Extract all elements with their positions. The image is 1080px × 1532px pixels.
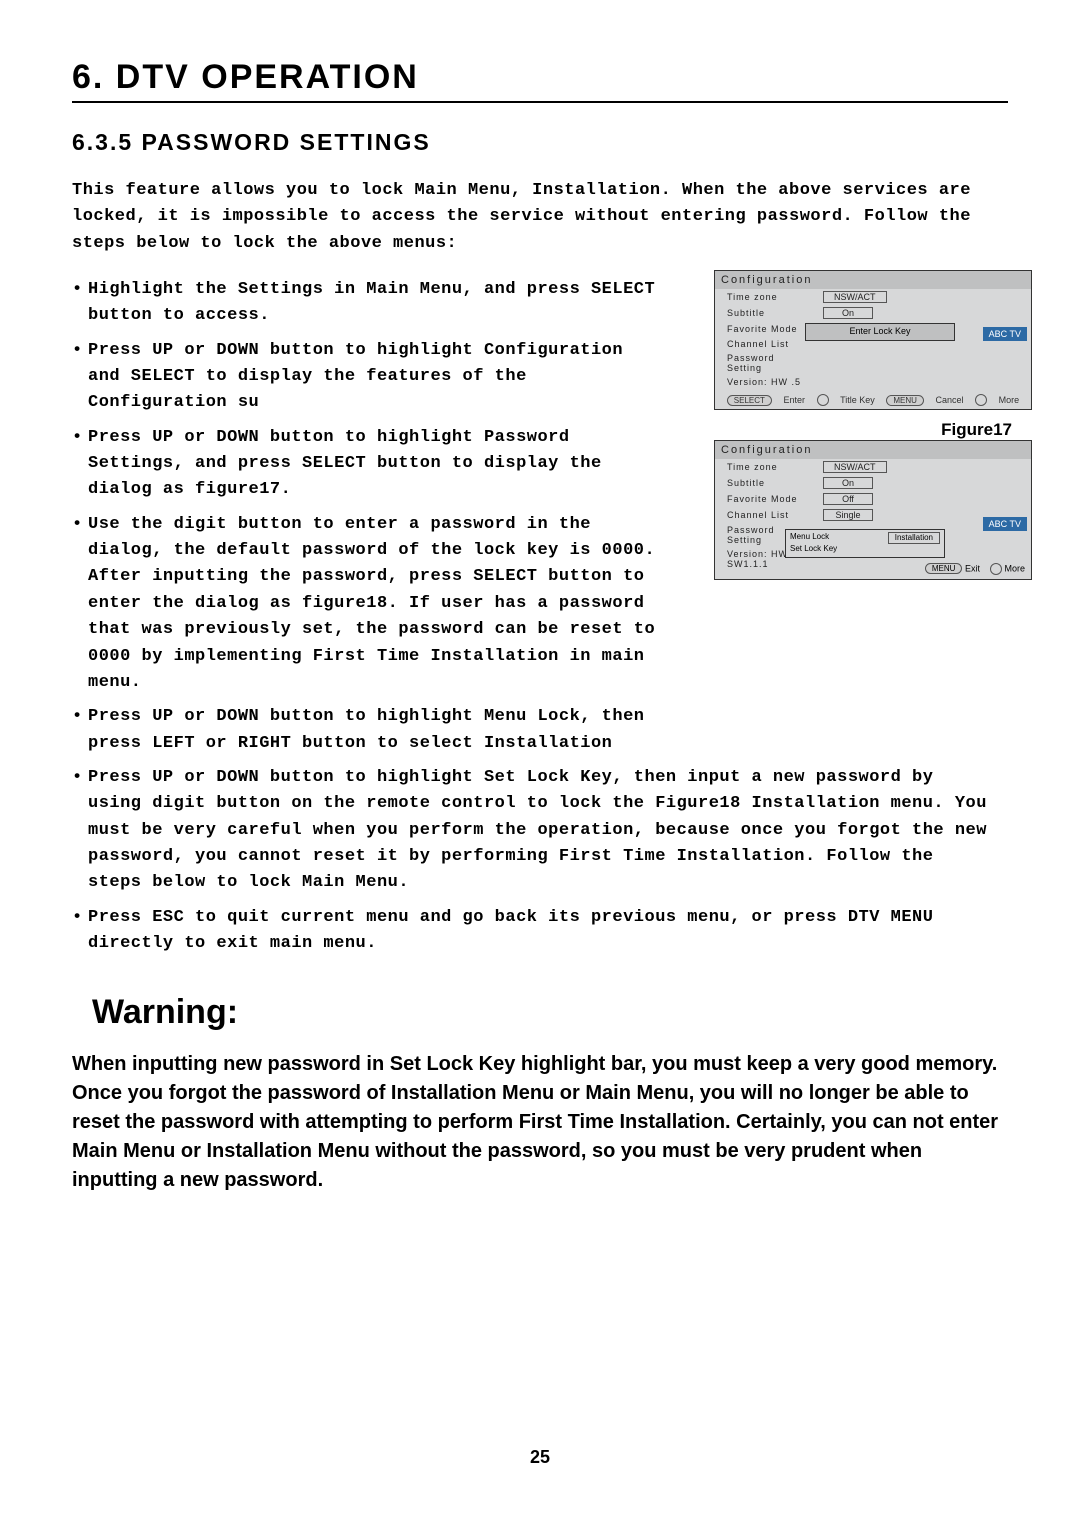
footer-label: Title Key xyxy=(840,395,875,405)
chapter-title: 6. DTV OPERATION xyxy=(72,58,1008,101)
info-icon xyxy=(817,394,829,406)
row-value: Single xyxy=(823,509,873,521)
row-value: On xyxy=(823,307,873,319)
figure17-title: Configuration xyxy=(715,271,1031,289)
row-label: Time zone xyxy=(727,292,809,302)
lock-settings-subbox: Menu Lock Installation Set Lock Key xyxy=(785,529,945,558)
row-value: Off xyxy=(823,493,873,505)
row-label: Subtitle xyxy=(727,478,809,488)
subbox-label: Menu Lock xyxy=(790,532,829,544)
row-label: Channel List xyxy=(727,339,809,349)
channel-badge: ABC TV xyxy=(983,327,1027,341)
row-value: On xyxy=(823,477,873,489)
subbox-label: Set Lock Key xyxy=(790,544,837,554)
channel-badge: ABC TV xyxy=(983,517,1027,531)
row-label: Version: HW .5 xyxy=(727,377,809,387)
figure-panel-group: Configuration Time zone NSW/ACT Subtitle… xyxy=(714,270,1032,610)
figure17-card: Configuration Time zone NSW/ACT Subtitle… xyxy=(714,270,1032,410)
row-label: Subtitle xyxy=(727,308,809,318)
figure-row: Version: HW .5 xyxy=(715,375,1031,389)
row-value: NSW/ACT xyxy=(823,291,887,303)
intro-paragraph: This feature allows you to lock Main Men… xyxy=(72,178,1008,257)
instruction-item: Press UP or DOWN button to highlight Pas… xyxy=(72,425,662,504)
figure-row: Subtitle On xyxy=(715,305,1031,321)
instruction-item: Press UP or DOWN button to highlight Men… xyxy=(72,704,662,757)
instruction-item: Press ESC to quit current menu and go ba… xyxy=(72,905,992,958)
figure-row: Password Setting xyxy=(715,351,1031,375)
figure-row: Subtitle On xyxy=(715,475,1031,491)
footer-label: Enter xyxy=(783,395,805,405)
footer-label: More xyxy=(999,395,1020,405)
enter-lock-key-dialog: Enter Lock Key xyxy=(805,323,955,341)
row-label: Channel List xyxy=(727,510,809,520)
section-title: 6.3.5 PASSWORD SETTINGS xyxy=(72,129,1008,156)
row-label: Favorite Mode xyxy=(727,324,809,334)
warning-heading: Warning: xyxy=(92,993,1008,1032)
more-icon xyxy=(990,563,1002,575)
instruction-list-top: Highlight the Settings in Main Menu, and… xyxy=(72,277,662,757)
chapter-rule xyxy=(72,101,1008,103)
footer-label: Cancel xyxy=(935,395,963,405)
menu-pill: MENU xyxy=(886,395,924,406)
instruction-item: Press UP or DOWN button to highlight Con… xyxy=(72,338,662,417)
figure-footer: MENU Exit More xyxy=(925,563,1025,575)
figure-row: Time zone NSW/ACT xyxy=(715,459,1031,475)
row-value: NSW/ACT xyxy=(823,461,887,473)
figure18-card: Configuration Time zone NSW/ACT Subtitle… xyxy=(714,440,1032,580)
row-label: Time zone xyxy=(727,462,809,472)
figure17-caption: Figure17 xyxy=(941,420,1012,440)
select-pill: SELECT xyxy=(727,395,772,406)
figure-row: Time zone NSW/ACT xyxy=(715,289,1031,305)
instruction-item: Use the digit button to enter a password… xyxy=(72,512,662,696)
page-number: 25 xyxy=(0,1447,1080,1468)
warning-paragraph: When inputting new password in Set Lock … xyxy=(72,1050,1002,1195)
more-icon xyxy=(975,394,987,406)
footer-label: Exit xyxy=(965,563,980,573)
instruction-item: Highlight the Settings in Main Menu, and… xyxy=(72,277,662,330)
instruction-list-bottom: Press UP or DOWN button to highlight Set… xyxy=(72,765,992,957)
figure-row: Favorite Mode Off xyxy=(715,491,1031,507)
instruction-item: Press UP or DOWN button to highlight Set… xyxy=(72,765,992,897)
figure-footer: SELECT Enter Title Key MENU Cancel More xyxy=(715,394,1031,406)
row-label: Password Setting xyxy=(727,353,809,373)
subbox-value: Installation xyxy=(888,532,940,544)
footer-label: More xyxy=(1004,563,1025,573)
figure18-title: Configuration xyxy=(715,441,1031,459)
menu-pill: MENU xyxy=(925,563,963,574)
row-label: Favorite Mode xyxy=(727,494,809,504)
dialog-text: Enter Lock Key xyxy=(849,326,910,336)
